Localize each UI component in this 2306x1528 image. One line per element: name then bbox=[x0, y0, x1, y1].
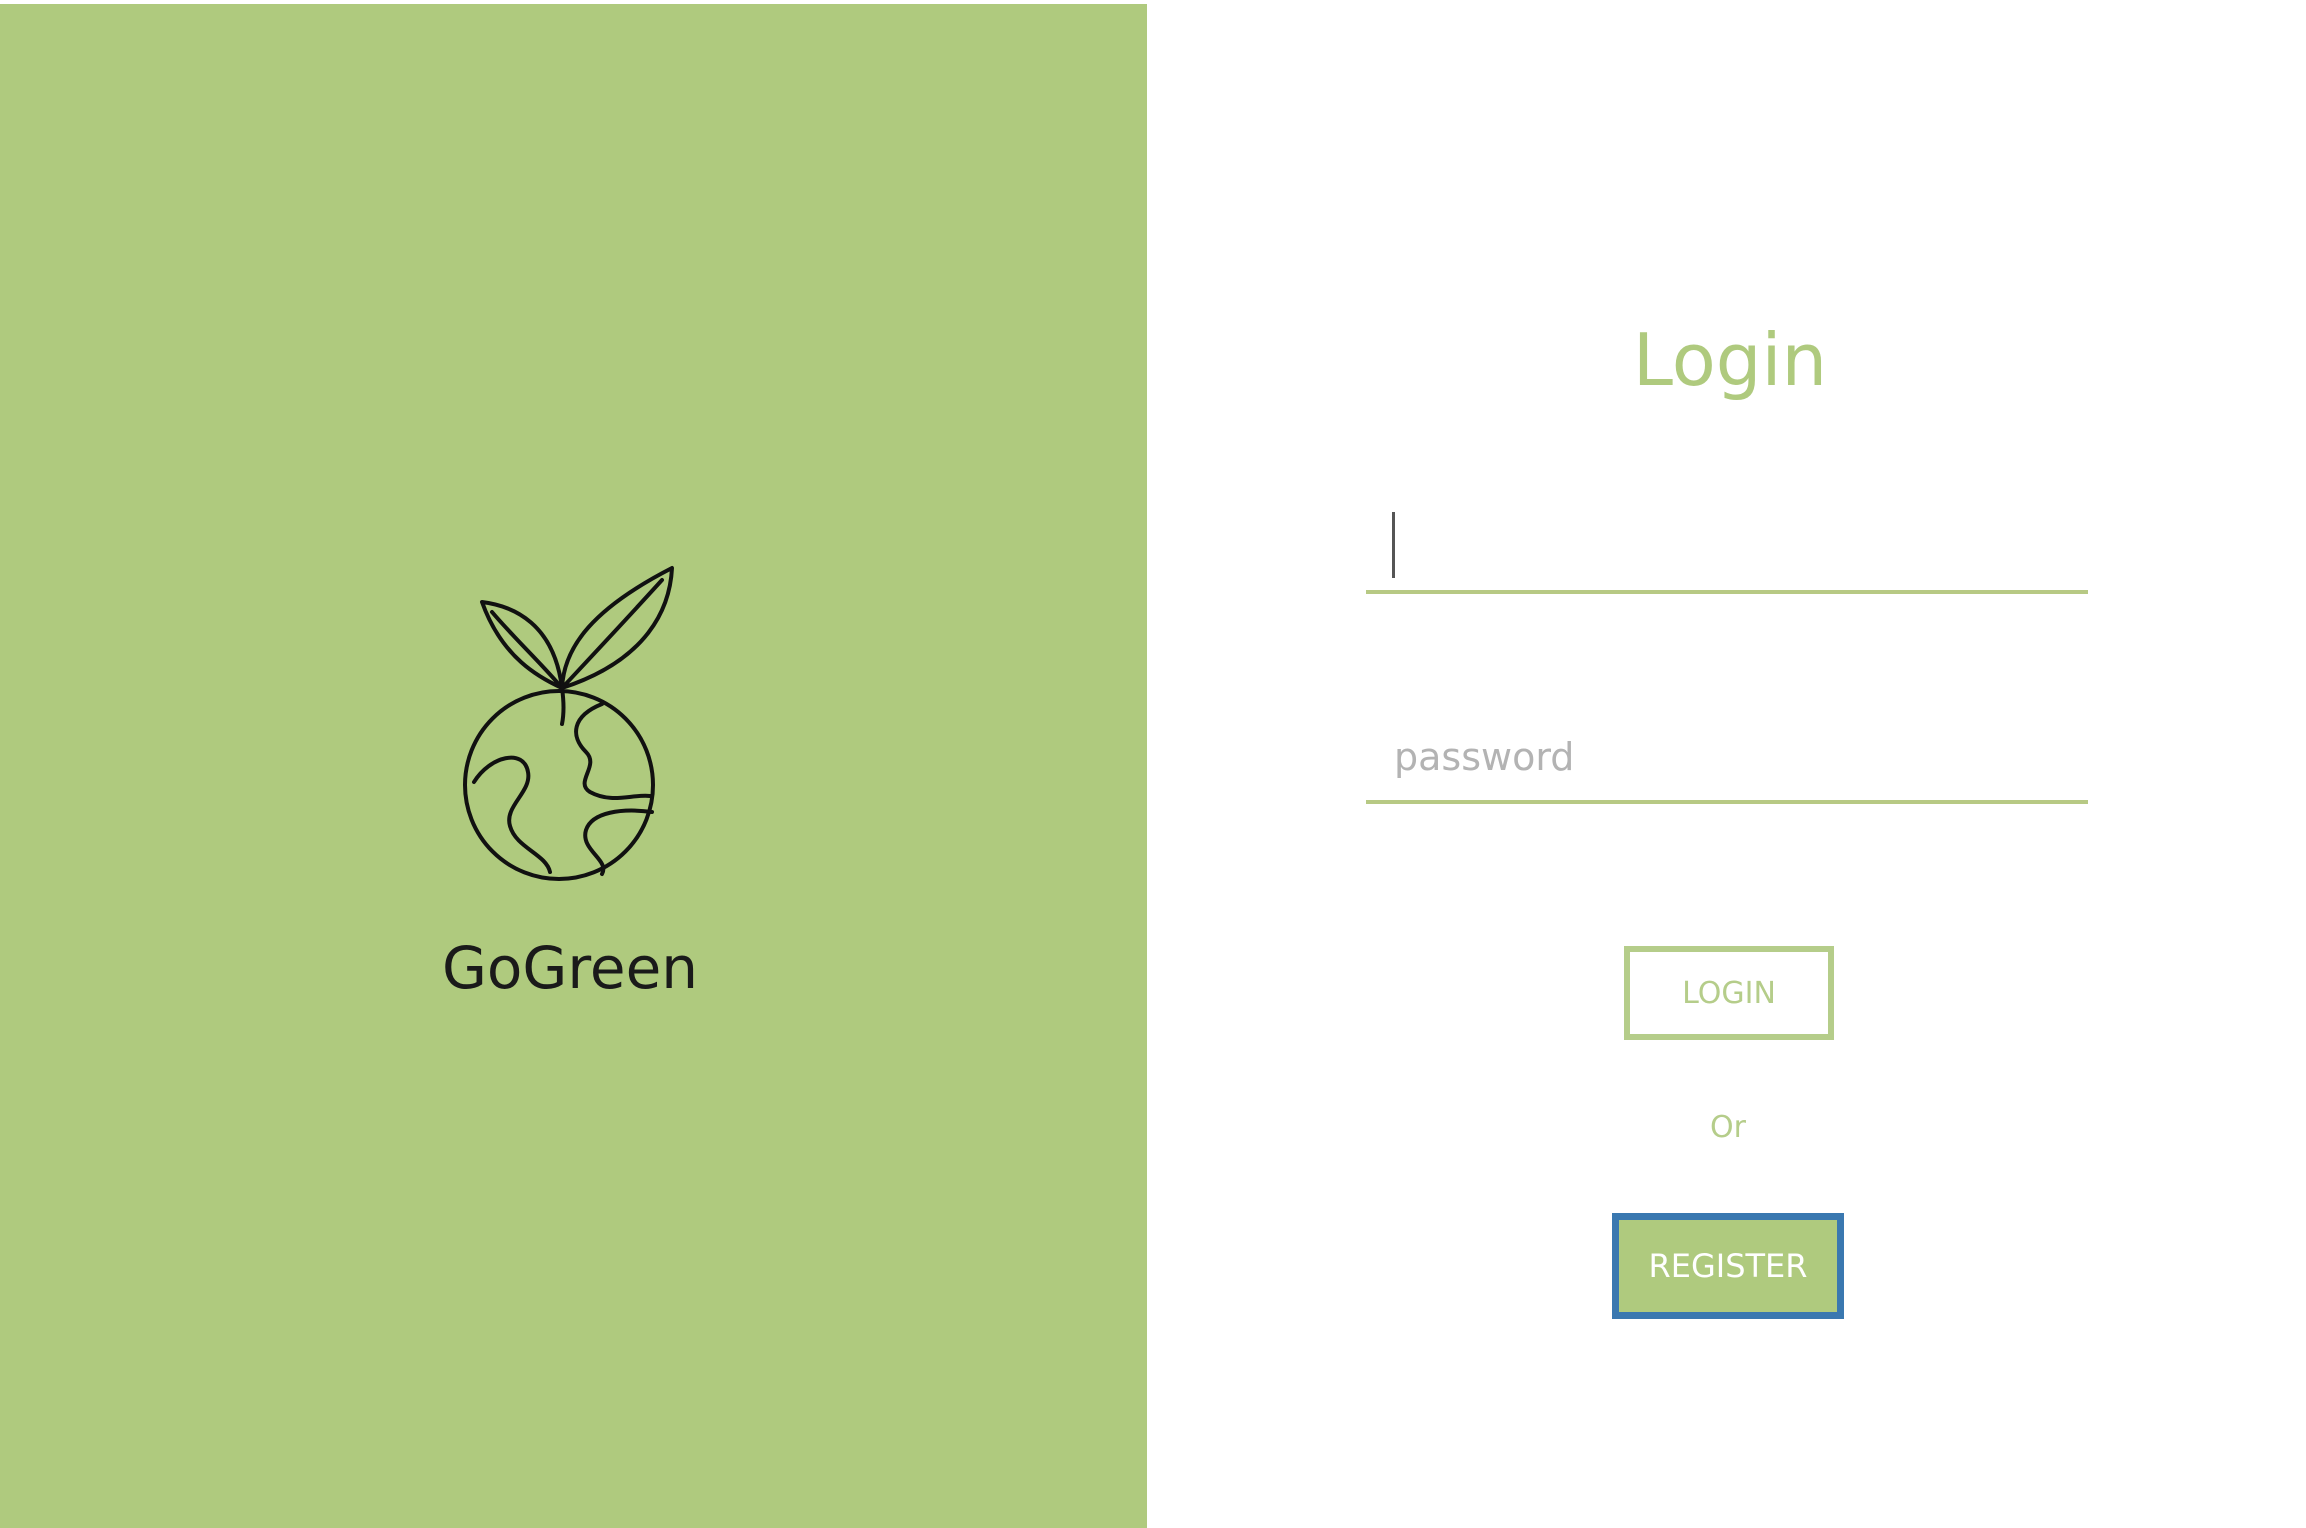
text-caret bbox=[1392, 512, 1395, 578]
login-button[interactable]: LOGIN bbox=[1624, 946, 1834, 1040]
login-page: GoGreen Login LOGIN Or REGISTER bbox=[0, 0, 2306, 1528]
brand-panel: GoGreen bbox=[0, 4, 1147, 1528]
username-field[interactable] bbox=[1366, 500, 2088, 594]
username-input[interactable] bbox=[1394, 510, 2078, 584]
login-title: Login bbox=[1632, 318, 1828, 402]
or-divider-text: Or bbox=[1710, 1110, 1746, 1145]
password-input[interactable] bbox=[1394, 720, 2078, 794]
brand-name: GoGreen bbox=[441, 934, 699, 1002]
password-field[interactable] bbox=[1366, 710, 2088, 804]
register-button[interactable]: REGISTER bbox=[1612, 1213, 1844, 1319]
sprout-globe-icon bbox=[463, 566, 674, 881]
